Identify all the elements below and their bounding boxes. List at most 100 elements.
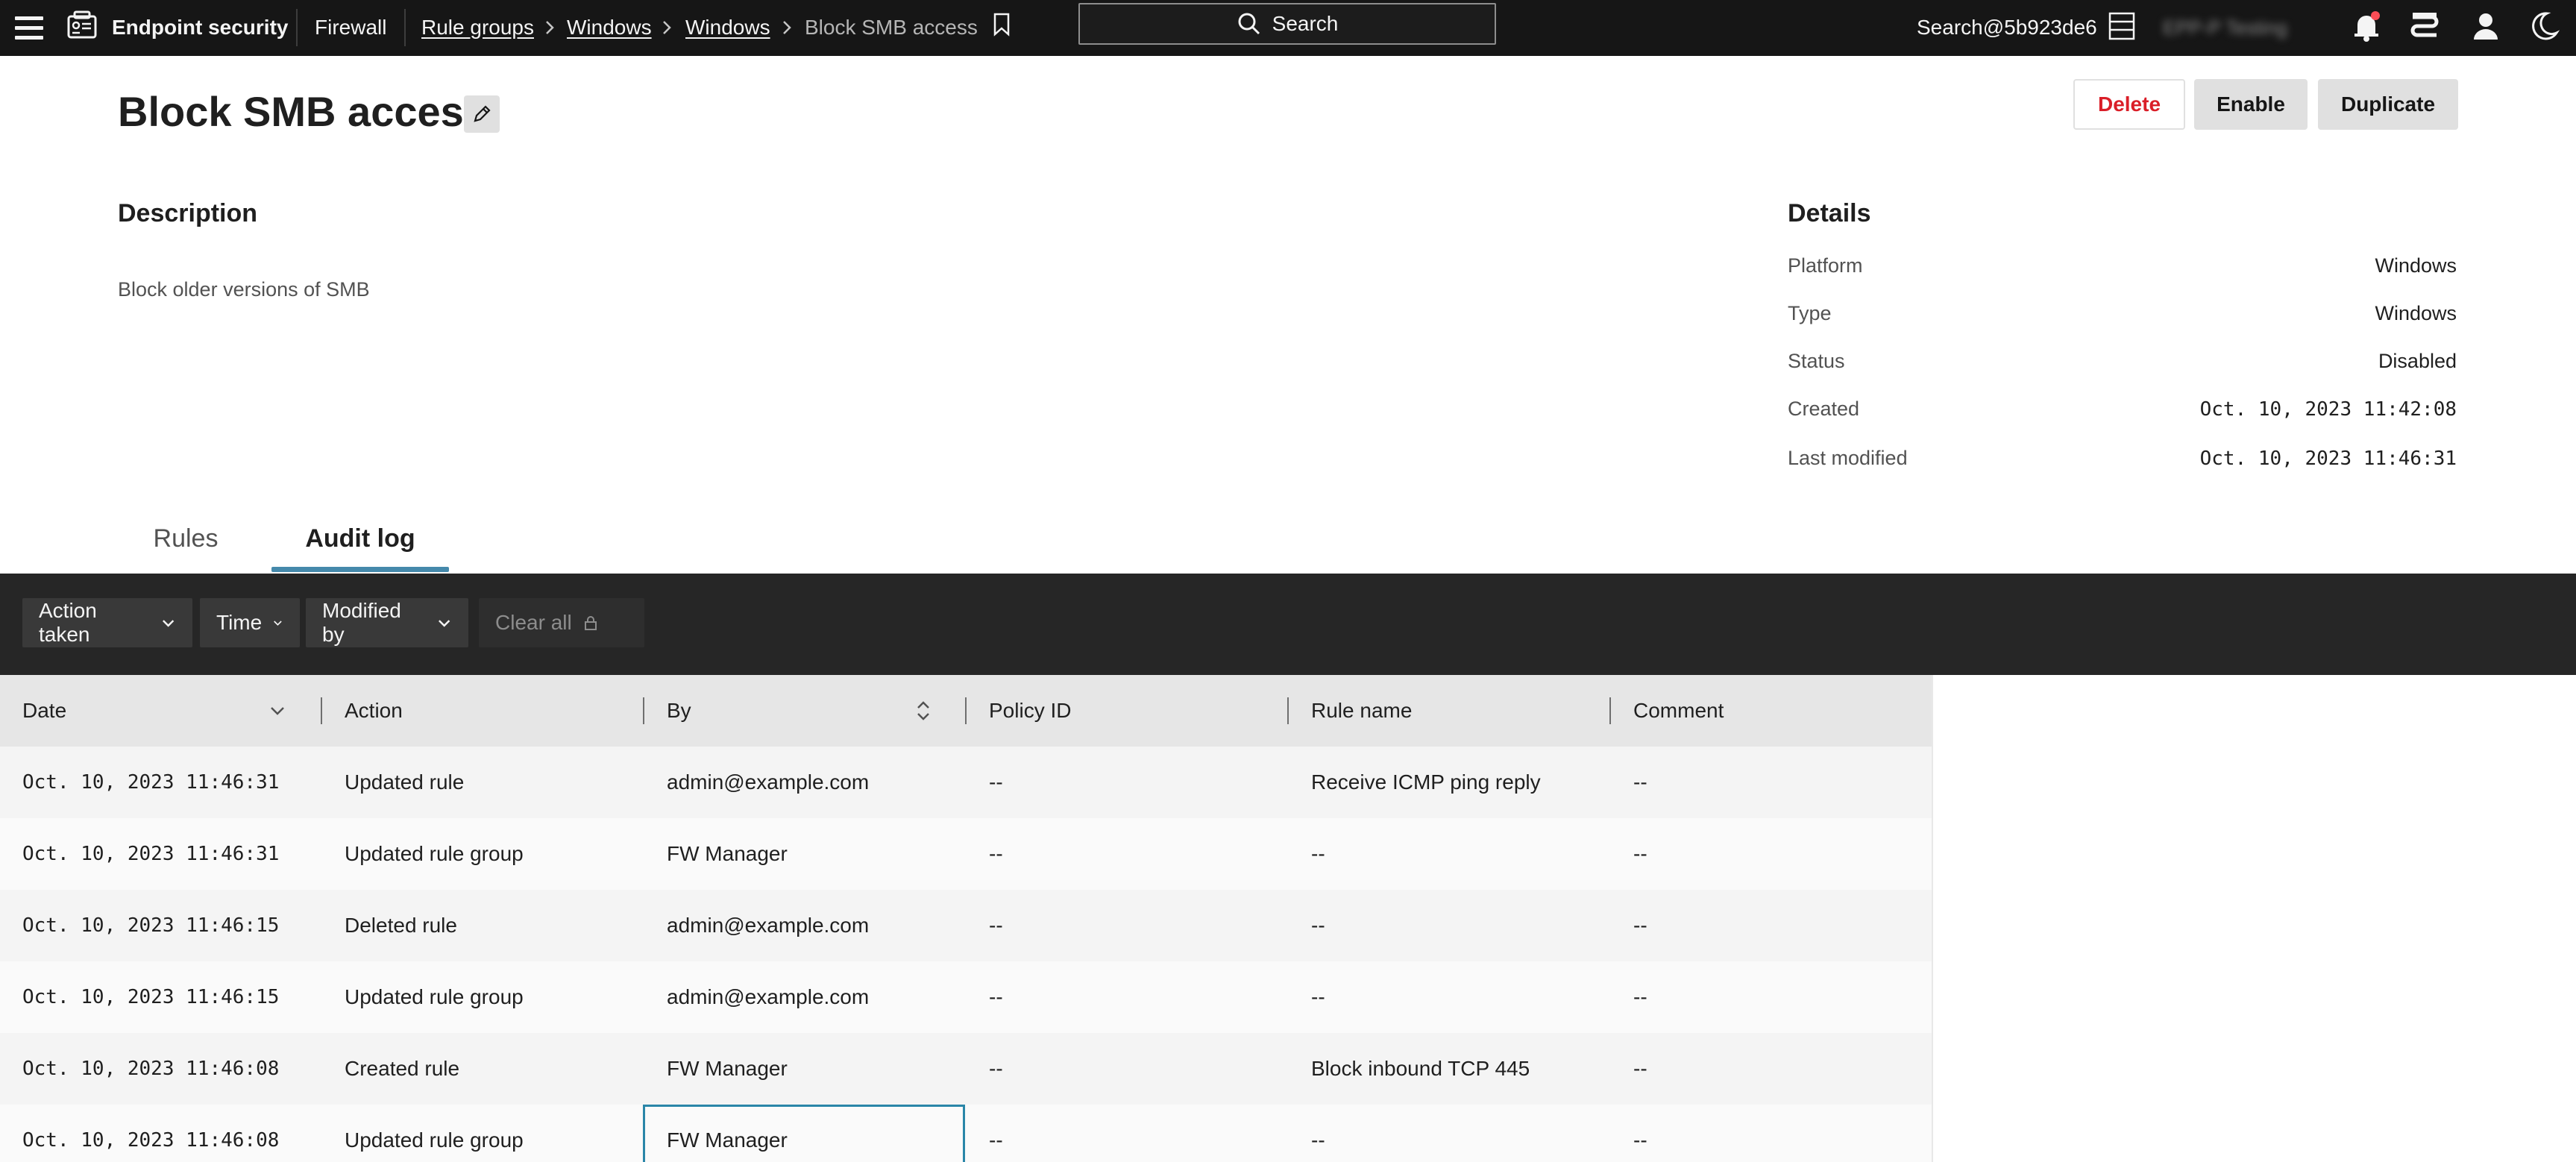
chevron-down-icon: [438, 620, 450, 627]
divider: [296, 9, 298, 46]
cell-comment: --: [1633, 985, 1647, 1008]
breadcrumb-windows-2[interactable]: Windows: [685, 13, 770, 43]
active-tab-indicator: [271, 567, 449, 572]
cell-date: Oct. 10, 2023 11:46:31: [22, 843, 280, 865]
table-row[interactable]: Oct. 10, 2023 11:46:15 Updated rule grou…: [0, 961, 1932, 1033]
cell-date: Oct. 10, 2023 11:46:08: [22, 1129, 280, 1152]
chevron-down-icon: [274, 621, 282, 626]
time-filter-label: Time: [216, 611, 263, 634]
delete-button[interactable]: Delete: [2073, 79, 2185, 130]
breadcrumb-rule-groups[interactable]: Rule groups: [421, 13, 534, 43]
detail-label-status: Status: [1788, 350, 1845, 372]
table-row[interactable]: Oct. 10, 2023 11:46:08 Updated rule grou…: [0, 1105, 1932, 1162]
sort-arrows-icon[interactable]: [911, 699, 935, 723]
cell-comment: --: [1633, 770, 1647, 794]
cell-rule-name: Receive ICMP ping reply: [1311, 770, 1541, 794]
action-taken-filter[interactable]: Action taken: [22, 598, 192, 647]
filter-bar: Action taken Time Modified by Clear all: [0, 574, 2576, 675]
column-header-comment[interactable]: Comment: [1611, 675, 1932, 747]
support-icon[interactable]: [2404, 6, 2445, 46]
divider: [404, 9, 406, 46]
sort-descending-icon[interactable]: [266, 699, 289, 723]
action-taken-filter-label: Action taken: [39, 599, 97, 646]
cell-date: Oct. 10, 2023 11:46:08: [22, 1058, 280, 1080]
chevron-right-icon: [546, 21, 554, 34]
detail-value-status: Disabled: [2378, 350, 2457, 372]
side-panel: [1932, 675, 2576, 1162]
detail-label-created: Created: [1788, 398, 1860, 420]
detail-label-type: Type: [1788, 302, 1832, 324]
top-navigation-bar: Endpoint security Firewall Rule groups W…: [0, 0, 2576, 56]
clear-all-button[interactable]: Clear all: [479, 598, 644, 647]
menu-icon[interactable]: [12, 10, 46, 45]
search-icon: [1238, 13, 1260, 35]
page-title: Block SMB access: [118, 88, 487, 135]
table-row[interactable]: Oct. 10, 2023 11:46:15 Deleted rule admi…: [0, 890, 1932, 961]
cell-rule-name: Block inbound TCP 445: [1311, 1057, 1530, 1080]
tenant-switcher[interactable]: EPP-P Testing: [2163, 14, 2287, 41]
app-title[interactable]: Endpoint security: [112, 13, 288, 43]
server-icon[interactable]: [2102, 6, 2142, 46]
breadcrumb-firewall[interactable]: Firewall: [315, 13, 386, 43]
cell-comment: --: [1633, 1057, 1647, 1080]
cell-rule-name: --: [1311, 985, 1325, 1008]
cell-date: Oct. 10, 2023 11:46:31: [22, 771, 280, 794]
column-header-rule-name[interactable]: Rule name: [1289, 675, 1609, 747]
chevron-down-icon: [162, 620, 174, 627]
cell-date: Oct. 10, 2023 11:46:15: [22, 986, 280, 1008]
user-icon[interactable]: [2466, 6, 2506, 46]
pencil-icon: [474, 105, 491, 122]
table-row[interactable]: Oct. 10, 2023 11:46:08 Created rule FW M…: [0, 1033, 1932, 1105]
detail-value-type: Windows: [2375, 302, 2457, 324]
cell-policy-id: --: [989, 842, 1003, 865]
cell-policy-id: --: [989, 985, 1003, 1008]
column-header-date-label: Date: [22, 699, 67, 722]
bell-icon[interactable]: [2346, 6, 2387, 46]
cell-by: admin@example.com: [667, 985, 870, 1008]
moon-icon[interactable]: [2524, 6, 2564, 46]
user-account-label[interactable]: Search@5b923de6: [1917, 13, 2097, 43]
global-search-button[interactable]: Search: [1078, 3, 1496, 45]
column-header-action-label: Action: [345, 699, 403, 722]
table-row[interactable]: Oct. 10, 2023 11:46:31 Updated rule admi…: [0, 747, 1932, 818]
cell-action: Created rule: [345, 1057, 460, 1080]
cell-policy-id: --: [989, 1128, 1003, 1152]
breadcrumb-windows-1[interactable]: Windows: [567, 13, 652, 43]
table-row[interactable]: Oct. 10, 2023 11:46:31 Updated rule grou…: [0, 818, 1932, 890]
cell-action: Deleted rule: [345, 914, 457, 937]
cell-rule-name: --: [1311, 842, 1325, 865]
tab-audit-log[interactable]: Audit log: [271, 522, 449, 555]
cell-action: Updated rule group: [345, 842, 524, 865]
time-filter[interactable]: Time: [200, 598, 300, 647]
detail-value-created: Oct. 10, 2023 11:42:08: [2199, 398, 2457, 421]
detail-label-last-modified: Last modified: [1788, 447, 1908, 469]
search-label: Search: [1272, 12, 1339, 35]
cell-rule-name: --: [1311, 1128, 1325, 1152]
endpoint-app-icon: [67, 10, 97, 39]
cell-comment: --: [1633, 1128, 1647, 1152]
column-header-policy-id[interactable]: Policy ID: [967, 675, 1287, 747]
column-header-policy-id-label: Policy ID: [989, 699, 1072, 722]
modified-by-filter[interactable]: Modified by: [306, 598, 468, 647]
table-header: Date Action By Policy ID Rule name Comme…: [0, 675, 1932, 747]
cell-by: FW Manager: [667, 1057, 788, 1080]
edit-title-button[interactable]: [464, 95, 500, 133]
description-text: Block older versions of SMB: [118, 278, 370, 301]
modified-by-filter-label: Modified by: [322, 599, 401, 646]
clear-all-label: Clear all: [495, 611, 572, 634]
detail-value-last-modified: Oct. 10, 2023 11:46:31: [2199, 447, 2457, 470]
duplicate-button[interactable]: Duplicate: [2318, 79, 2458, 130]
cell-by: admin@example.com: [667, 770, 870, 794]
description-heading: Description: [118, 199, 258, 227]
focused-cell-outline: [643, 1105, 965, 1162]
cell-comment: --: [1633, 914, 1647, 937]
audit-log-table: Date Action By Policy ID Rule name Comme…: [0, 675, 1932, 1162]
column-header-comment-label: Comment: [1633, 699, 1724, 722]
cell-date: Oct. 10, 2023 11:46:15: [22, 914, 280, 937]
bookmark-icon[interactable]: [992, 12, 1011, 37]
column-header-action[interactable]: Action: [322, 675, 643, 747]
tab-rules[interactable]: Rules: [122, 522, 249, 555]
enable-button[interactable]: Enable: [2194, 79, 2308, 130]
cell-policy-id: --: [989, 770, 1003, 794]
cell-action: Updated rule group: [345, 985, 524, 1008]
